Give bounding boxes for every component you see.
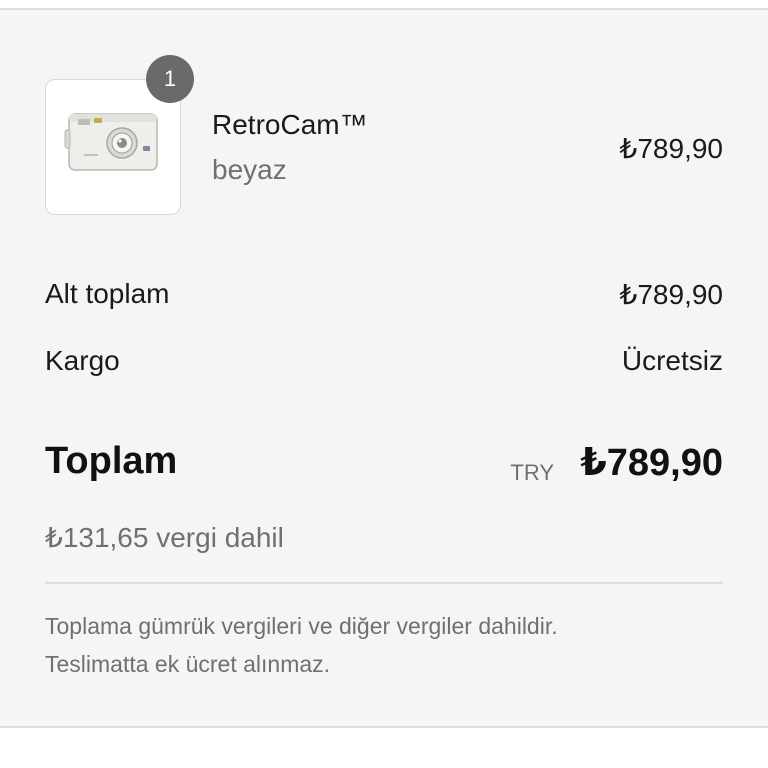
subtotal-value: ₺789,90 [619, 279, 723, 310]
subtotal-label: Alt toplam [45, 278, 170, 309]
shipping-label: Kargo [45, 345, 120, 376]
duties-footnote-line2: Teslimatta ek ücret alınmaz. [45, 651, 331, 677]
tax-included-note: ₺131,65 vergi dahil [45, 522, 284, 553]
total-amount: ₺789,90 [580, 442, 723, 484]
total-currency: TRY [510, 460, 554, 485]
divider [45, 582, 723, 584]
quantity-badge: 1 [146, 55, 194, 103]
product-name: RetroCam™ [212, 109, 368, 140]
camera-icon [64, 113, 158, 171]
shipping-value: Ücretsiz [621, 345, 723, 376]
product-price: ₺789,90 [619, 133, 723, 164]
product-variant: beyaz [212, 154, 287, 185]
order-summary-panel: 1 RetroCam™ beyaz ₺789,90 Alt toplam ₺78… [0, 8, 768, 728]
total-label: Toplam [45, 440, 178, 482]
duties-footnote-line1: Toplama gümrük vergileri ve diğer vergil… [45, 613, 558, 639]
